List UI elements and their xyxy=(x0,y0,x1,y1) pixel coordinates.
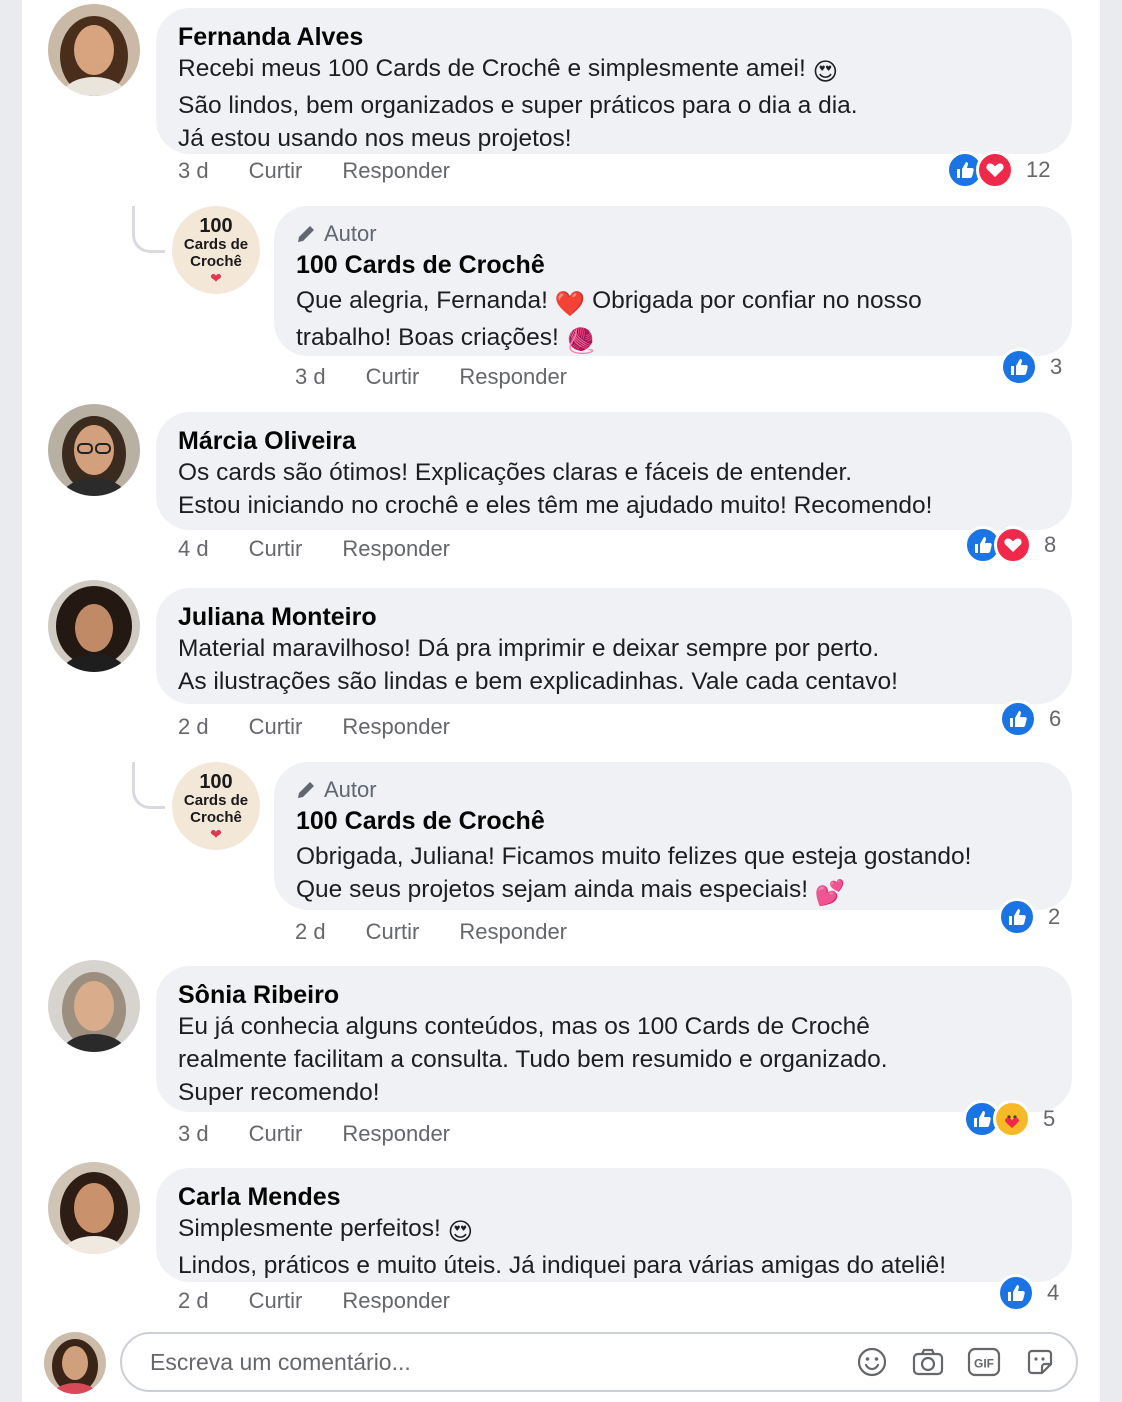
like-icon xyxy=(998,898,1036,936)
reply-text: Que alegria, Fernanda! ❤️ Obrigada por c… xyxy=(296,284,1050,358)
comment-time[interactable]: 3 d xyxy=(178,158,209,184)
comment-author[interactable]: Sônia Ribeiro xyxy=(178,980,1050,1010)
reaction-count: 2 xyxy=(1048,904,1061,929)
comment-input[interactable] xyxy=(148,1347,852,1377)
avatar-marcia[interactable] xyxy=(48,404,140,496)
reply-text: Obrigada, Juliana! Ficamos muito felizes… xyxy=(296,840,1050,910)
pencil-icon xyxy=(298,782,314,798)
author-badge: Autor xyxy=(296,776,1050,804)
love-icon xyxy=(976,151,1014,189)
comment-time[interactable]: 2 d xyxy=(178,714,209,740)
like-button[interactable]: Curtir xyxy=(249,536,303,562)
avatar-sonia[interactable] xyxy=(48,960,140,1052)
reaction-count: 8 xyxy=(1044,532,1057,557)
thread-connector xyxy=(132,206,165,253)
current-user-avatar xyxy=(44,1332,106,1394)
reaction-count: 3 xyxy=(1050,354,1063,379)
comment-bubble: Carla Mendes Simplesmente perfeitos! 😍 L… xyxy=(156,1168,1072,1282)
like-icon xyxy=(1000,348,1038,386)
reactions-summary[interactable]: 5 xyxy=(963,1100,1055,1138)
like-icon xyxy=(999,700,1037,738)
reply-bubble: Autor 100 Cards de Crochê Obrigada, Juli… xyxy=(274,762,1072,910)
like-button[interactable]: Curtir xyxy=(249,158,303,184)
comment-time[interactable]: 4 d xyxy=(178,536,209,562)
two-hearts-emoji: 💕 xyxy=(814,880,846,907)
reply-time[interactable]: 2 d xyxy=(295,919,326,945)
reply-button[interactable]: Responder xyxy=(342,1288,450,1314)
comment-text: Simplesmente perfeitos! 😍 Lindos, prátic… xyxy=(178,1215,947,1279)
reply-button[interactable]: Responder xyxy=(459,364,567,390)
reply-bubble: Autor 100 Cards de Crochê Que alegria, F… xyxy=(274,206,1072,356)
camera-icon[interactable] xyxy=(908,1342,948,1382)
reply-button[interactable]: Responder xyxy=(342,158,450,184)
comment-meta: 3 d Curtir Responder xyxy=(178,158,490,184)
reply-button[interactable]: Responder xyxy=(342,1121,450,1147)
heart-icon: ❤ xyxy=(210,826,222,842)
avatar-fernanda[interactable] xyxy=(48,4,140,96)
comment-meta: 3 d Curtir Responder xyxy=(178,1121,490,1147)
comment-bubble: Sônia Ribeiro Eu já conhecia alguns cont… xyxy=(156,966,1072,1112)
svg-text:GIF: GIF xyxy=(974,1357,994,1371)
reaction-count: 6 xyxy=(1049,706,1062,731)
comment-author[interactable]: Márcia Oliveira xyxy=(178,426,1050,456)
like-button[interactable]: Curtir xyxy=(366,919,420,945)
reply-meta: 2 d Curtir Responder xyxy=(295,919,607,945)
reaction-count: 12 xyxy=(1026,157,1051,182)
brand-avatar[interactable]: 100 Cards de Crochê ❤ xyxy=(172,762,260,850)
reactions-summary[interactable]: 3 xyxy=(1000,348,1062,386)
love-icon xyxy=(994,526,1032,564)
reactions-summary[interactable]: 8 xyxy=(964,526,1056,564)
comment-text: Os cards são ótimos! Explicações claras … xyxy=(178,459,933,519)
avatar-carla[interactable] xyxy=(48,1162,140,1254)
comment-time[interactable]: 3 d xyxy=(178,1121,209,1147)
yarn-emoji: 🧶 xyxy=(565,328,597,355)
comment-meta: 2 d Curtir Responder xyxy=(178,1288,490,1314)
comment-text: Material maravilhoso! Dá pra imprimir e … xyxy=(178,635,898,695)
reply-time[interactable]: 3 d xyxy=(295,364,326,390)
reactions-summary[interactable]: 6 xyxy=(999,700,1061,738)
comment-author[interactable]: Carla Mendes xyxy=(178,1182,1050,1212)
avatar-juliana[interactable] xyxy=(48,580,140,672)
red-heart-emoji: ❤️ xyxy=(554,291,586,318)
reactions-summary[interactable]: 2 xyxy=(998,898,1060,936)
heart-eyes-emoji: 😍 xyxy=(812,59,839,86)
comment-time[interactable]: 2 d xyxy=(178,1288,209,1314)
brand-avatar[interactable]: 100 Cards de Crochê ❤ xyxy=(172,206,260,294)
reply-author[interactable]: 100 Cards de Crochê xyxy=(296,250,1050,280)
reply-author[interactable]: 100 Cards de Crochê xyxy=(296,806,1050,836)
emoji-icon[interactable] xyxy=(852,1342,892,1382)
gif-icon[interactable]: GIF xyxy=(964,1342,1004,1382)
like-icon xyxy=(997,1274,1035,1312)
heart-eyes-emoji: 😍 xyxy=(447,1219,474,1246)
like-button[interactable]: Curtir xyxy=(249,1288,303,1314)
comment-author[interactable]: Juliana Monteiro xyxy=(178,602,1050,632)
reply-button[interactable]: Responder xyxy=(342,714,450,740)
author-badge: Autor xyxy=(296,220,1050,248)
comment-meta: 2 d Curtir Responder xyxy=(178,714,490,740)
sticker-icon[interactable] xyxy=(1020,1342,1060,1382)
comment-text: Eu já conhecia alguns conteúdos, mas os … xyxy=(178,1013,888,1106)
comments-panel: Fernanda Alves Recebi meus 100 Cards de … xyxy=(22,0,1100,1402)
reactions-summary[interactable]: 4 xyxy=(997,1274,1059,1312)
reactions-summary[interactable]: 12 xyxy=(946,151,1050,189)
comment-text: Recebi meus 100 Cards de Crochê e simple… xyxy=(178,55,858,152)
reply-button[interactable]: Responder xyxy=(459,919,567,945)
like-button[interactable]: Curtir xyxy=(249,1121,303,1147)
comment-bubble: Juliana Monteiro Material maravilhoso! D… xyxy=(156,588,1072,704)
comment-bubble: Márcia Oliveira Os cards são ótimos! Exp… xyxy=(156,412,1072,530)
comment-meta: 4 d Curtir Responder xyxy=(178,536,490,562)
comment-author[interactable]: Fernanda Alves xyxy=(178,22,1050,52)
reply-button[interactable]: Responder xyxy=(342,536,450,562)
comment-bubble: Fernanda Alves Recebi meus 100 Cards de … xyxy=(156,8,1072,154)
heart-icon: ❤ xyxy=(210,270,222,286)
reaction-count: 5 xyxy=(1043,1106,1056,1131)
like-button[interactable]: Curtir xyxy=(249,714,303,740)
care-icon xyxy=(993,1100,1031,1138)
thread-connector xyxy=(132,762,165,809)
pencil-icon xyxy=(298,226,314,242)
reply-meta: 3 d Curtir Responder xyxy=(295,364,607,390)
like-button[interactable]: Curtir xyxy=(366,364,420,390)
comment-composer: GIF xyxy=(120,1332,1078,1392)
reaction-count: 4 xyxy=(1047,1280,1060,1305)
